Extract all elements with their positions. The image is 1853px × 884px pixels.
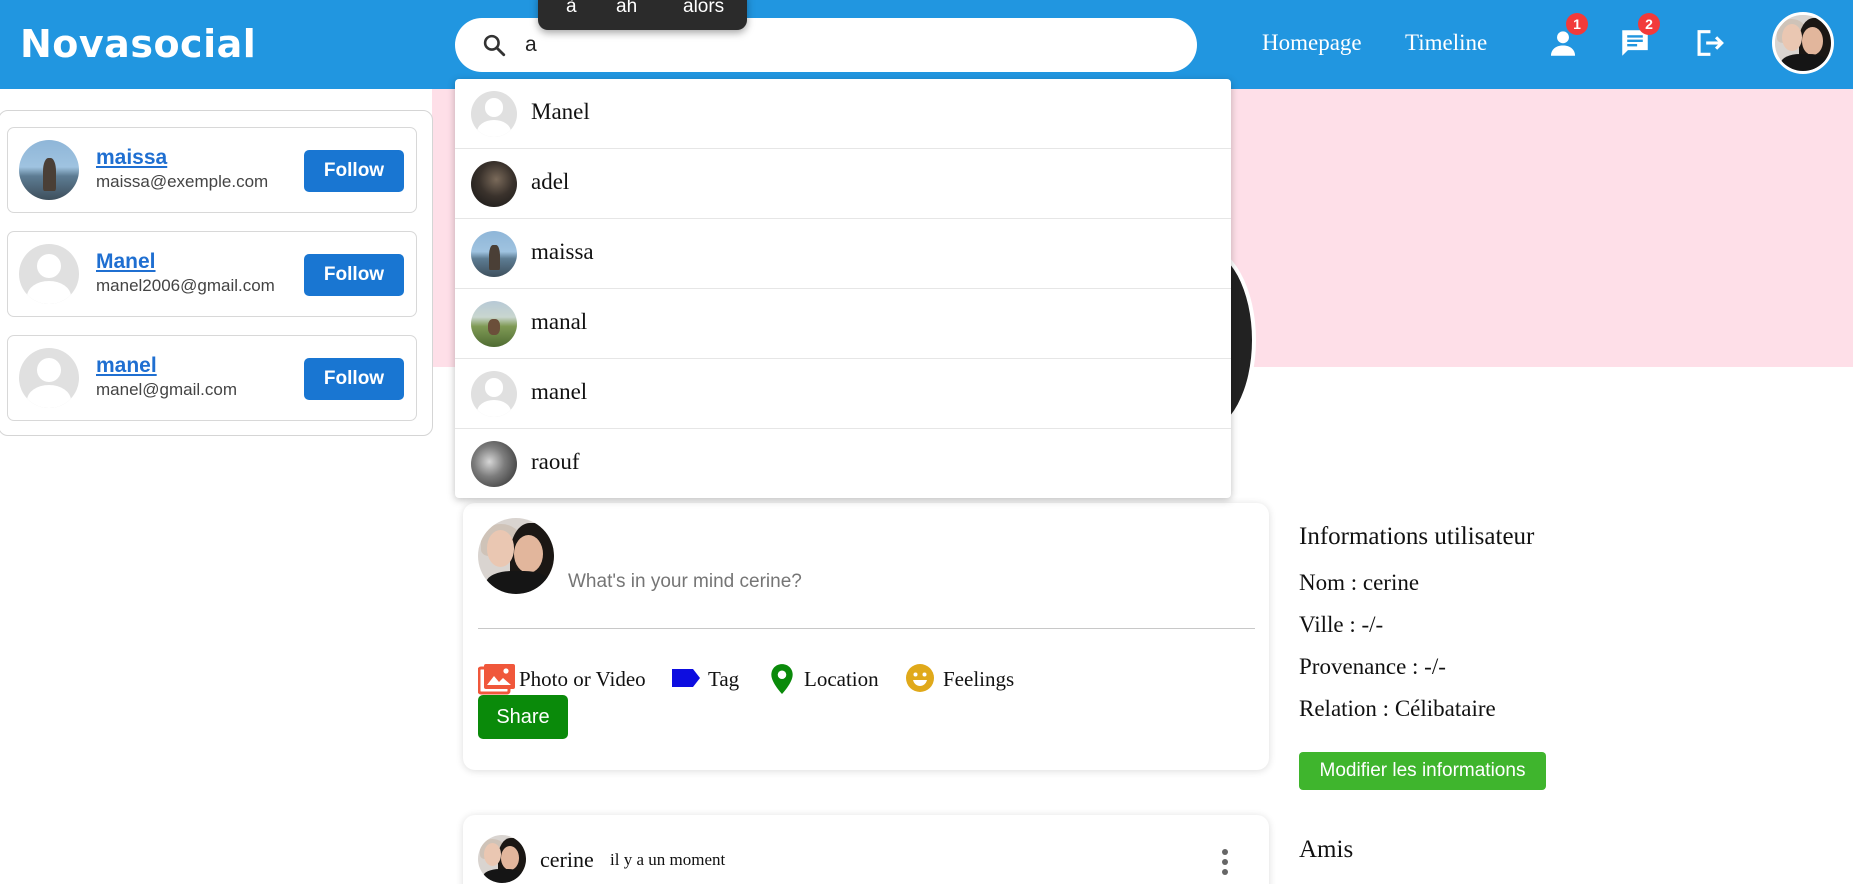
user-name-link[interactable]: manel <box>96 354 157 378</box>
ime-suggestion[interactable]: ah <box>616 0 637 18</box>
suggested-user-row: manel manel@gmail.com Follow <box>7 335 417 421</box>
post-composer: Photo or Video Tag Location Feelings Sha… <box>463 503 1269 770</box>
current-user-avatar[interactable] <box>1772 12 1834 74</box>
tag-icon <box>672 669 700 687</box>
user-avatar[interactable] <box>19 244 79 304</box>
photo-library-icon <box>478 664 515 695</box>
smiley-icon <box>906 664 934 692</box>
share-button[interactable]: Share <box>478 695 568 739</box>
search-result-item[interactable]: maissa <box>455 219 1231 289</box>
search-icon <box>483 34 506 57</box>
user-email: maissa@exemple.com <box>96 172 269 191</box>
search-result-item[interactable]: adel <box>455 149 1231 219</box>
result-name: manel <box>531 379 588 404</box>
suggested-users-panel: maissa maissa@exemple.com Follow Manel m… <box>0 110 433 436</box>
avatar-photo <box>1775 15 1831 71</box>
tag-option[interactable]: Tag <box>670 661 750 695</box>
photo-video-label: Photo or Video <box>519 667 646 691</box>
messages-badge: 2 <box>1638 13 1660 35</box>
follow-button[interactable]: Follow <box>304 254 404 296</box>
user-avatar[interactable] <box>19 140 79 200</box>
result-avatar <box>471 231 517 277</box>
result-name: maissa <box>531 239 594 264</box>
user-info-origin: Provenance : -/- <box>1299 654 1446 679</box>
user-avatar[interactable] <box>19 348 79 408</box>
follow-button[interactable]: Follow <box>304 358 404 400</box>
result-avatar <box>471 441 517 487</box>
post-author-avatar[interactable] <box>478 835 526 883</box>
location-pin-icon <box>771 664 793 694</box>
feelings-option[interactable]: Feelings <box>905 661 1025 695</box>
result-name: Manel <box>531 99 590 124</box>
user-info-city: Ville : -/- <box>1299 612 1384 637</box>
friend-requests-badge: 1 <box>1566 13 1588 35</box>
user-info-title: Informations utilisateur <box>1299 523 1535 550</box>
brand-logo[interactable]: Novasocial <box>20 22 256 66</box>
search-results-dropdown: Manel adel maissa manal manel raouf <box>455 79 1231 498</box>
post-text-input[interactable] <box>568 567 1128 597</box>
logout-icon <box>1697 30 1724 56</box>
composer-avatar <box>478 518 554 594</box>
messages-button[interactable]: 2 <box>1618 13 1660 60</box>
result-avatar <box>471 371 517 417</box>
follow-button[interactable]: Follow <box>304 150 404 192</box>
search-result-item[interactable]: manel <box>455 359 1231 429</box>
nav-timeline-link[interactable]: Timeline <box>1405 30 1487 56</box>
friends-section-title: Amis <box>1299 836 1354 863</box>
result-avatar <box>471 301 517 347</box>
suggested-user-row: Manel manel2006@gmail.com Follow <box>7 231 417 317</box>
post-card: cerine il y a un moment <box>463 815 1269 884</box>
search-result-item[interactable]: Manel <box>455 79 1231 149</box>
result-avatar <box>471 161 517 207</box>
photo-video-option[interactable]: Photo or Video <box>478 661 648 695</box>
suggested-user-row: maissa maissa@exemple.com Follow <box>7 127 417 213</box>
user-name-link[interactable]: Manel <box>96 250 156 274</box>
post-author-name[interactable]: cerine <box>540 847 594 873</box>
result-name: manal <box>531 309 588 334</box>
edit-info-button[interactable]: Modifier les informations <box>1299 752 1546 790</box>
nav-homepage-link[interactable]: Homepage <box>1262 30 1362 56</box>
search-input[interactable] <box>525 28 1165 62</box>
user-name-link[interactable]: maissa <box>96 146 167 170</box>
logout-button[interactable] <box>1692 26 1726 60</box>
tag-label: Tag <box>708 667 740 691</box>
result-name: adel <box>531 169 570 194</box>
ime-suggestion[interactable]: à <box>566 0 577 18</box>
top-navbar: Novasocial Homepage Timeline 1 2 <box>0 0 1853 89</box>
search-result-item[interactable]: manal <box>455 289 1231 359</box>
user-email: manel2006@gmail.com <box>96 276 275 295</box>
user-info-name: Nom : cerine <box>1299 570 1420 595</box>
feelings-label: Feelings <box>943 667 1015 691</box>
composer-divider <box>478 628 1255 629</box>
ime-suggestion[interactable]: alors <box>683 0 724 18</box>
location-label: Location <box>804 667 879 691</box>
more-vert-icon[interactable] <box>1213 845 1237 879</box>
search-result-item[interactable]: raouf <box>455 429 1231 498</box>
post-timestamp: il y a un moment <box>610 850 726 869</box>
friend-requests-button[interactable]: 1 <box>1546 13 1588 60</box>
result-avatar <box>471 91 517 137</box>
ime-suggestion-bar: à ah alors <box>538 0 747 30</box>
user-email: manel@gmail.com <box>96 380 238 399</box>
location-option[interactable]: Location <box>769 661 889 695</box>
result-name: raouf <box>531 449 580 474</box>
user-info-relation: Relation : Célibataire <box>1299 696 1496 721</box>
